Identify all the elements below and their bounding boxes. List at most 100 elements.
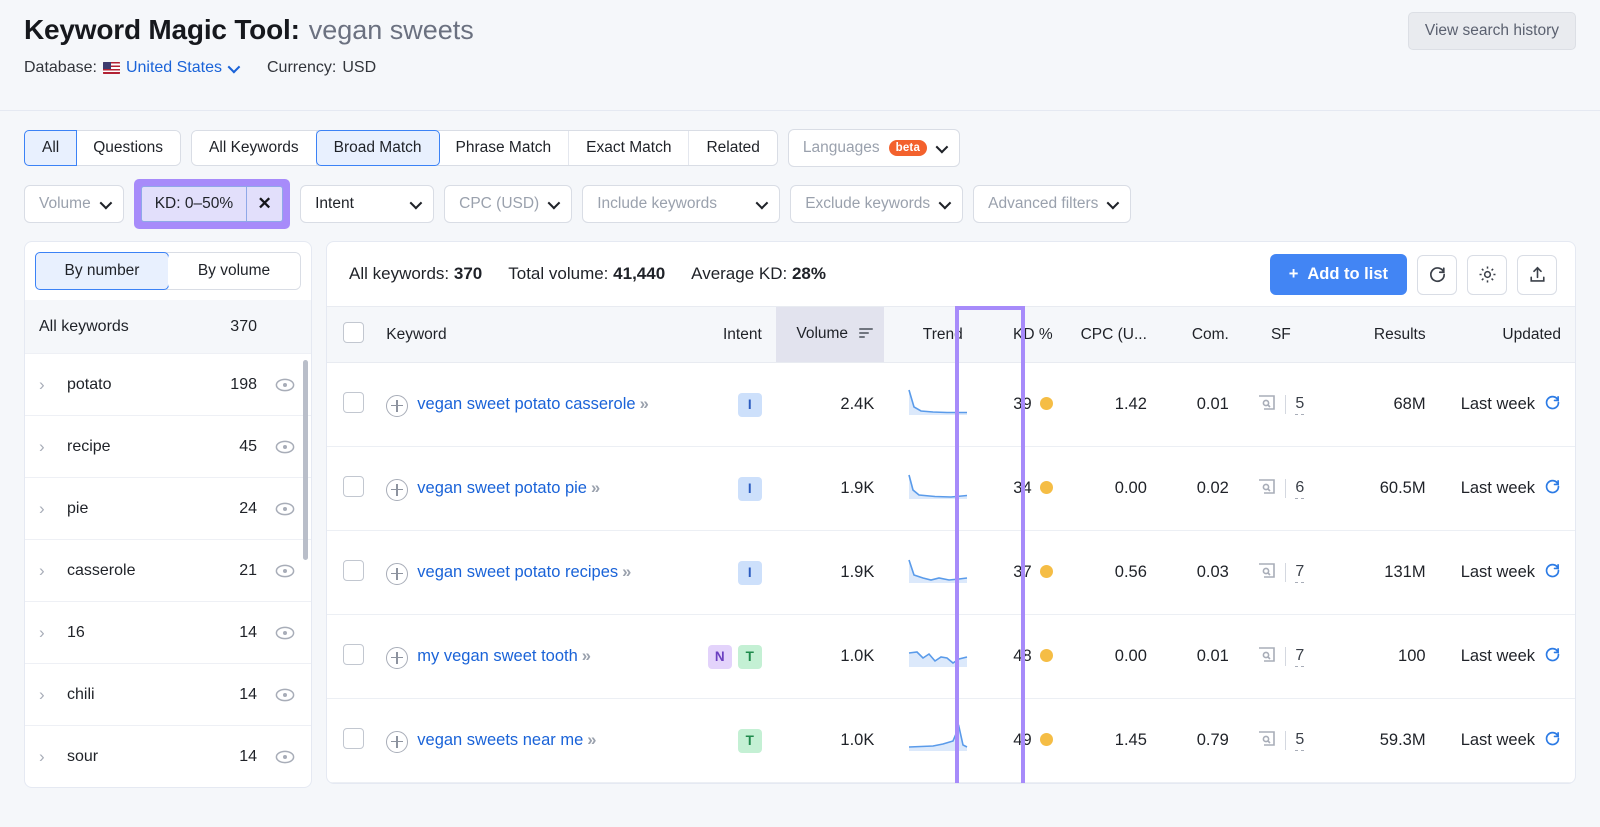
tab-questions[interactable]: Questions <box>76 131 181 165</box>
refresh-row-icon[interactable] <box>1544 646 1561 668</box>
sort-icon[interactable] <box>859 326 874 344</box>
eye-icon[interactable] <box>267 440 295 454</box>
sidebar-item-16[interactable]: › 16 14 <box>25 601 311 663</box>
eye-icon[interactable] <box>267 502 295 516</box>
eye-icon[interactable] <box>267 564 295 578</box>
cpc-filter[interactable]: CPC (USD) <box>444 185 573 223</box>
tab-phrase-match[interactable]: Phrase Match <box>438 131 570 165</box>
database-selector[interactable]: Database: United States <box>24 59 241 77</box>
add-keyword-icon[interactable] <box>386 562 409 585</box>
header-keyword[interactable]: Keyword <box>380 306 688 363</box>
serp-features-icon[interactable] <box>1257 562 1276 584</box>
sf-count[interactable]: 5 <box>1295 731 1305 751</box>
serp-features-icon[interactable] <box>1257 730 1276 752</box>
tab-exact-match[interactable]: Exact Match <box>569 131 690 165</box>
header-kd[interactable]: KD % <box>982 306 1063 363</box>
header-trend[interactable]: Trend <box>884 306 983 363</box>
sidebar-item-potato[interactable]: › potato 198 <box>25 353 311 415</box>
keyword-link[interactable]: vegan sweets near me» <box>417 729 596 751</box>
sf-count[interactable]: 7 <box>1295 647 1305 667</box>
chevron-right-icon[interactable]: › <box>39 375 57 395</box>
row-checkbox[interactable] <box>343 391 365 413</box>
header-results[interactable]: Results <box>1322 306 1436 363</box>
add-to-list-button[interactable]: + Add to list <box>1269 254 1407 295</box>
tab-all[interactable]: All <box>24 130 78 166</box>
add-keyword-icon[interactable] <box>386 394 409 417</box>
serp-features-icon[interactable] <box>1257 478 1276 500</box>
eye-icon[interactable] <box>267 688 295 702</box>
refresh-row-icon[interactable] <box>1544 562 1561 584</box>
keyword-link[interactable]: vegan sweet potato pie» <box>417 477 600 499</box>
eye-icon[interactable] <box>267 750 295 764</box>
select-all-checkbox[interactable] <box>343 321 365 343</box>
sf-count[interactable]: 6 <box>1295 479 1305 499</box>
volume-filter[interactable]: Volume <box>24 185 124 223</box>
header-sf[interactable]: SF <box>1238 306 1323 363</box>
chevron-right-icon[interactable]: › <box>39 499 57 519</box>
sf-count[interactable]: 5 <box>1295 395 1305 415</box>
chevron-right-icon[interactable]: › <box>39 623 57 643</box>
table-row[interactable]: vegan sweet potato casserole» I 2.4K 39 … <box>327 362 1575 447</box>
table-row[interactable]: vegan sweet potato recipes» I 1.9K 37 0.… <box>327 530 1575 615</box>
tab-all-keywords[interactable]: All Keywords <box>192 131 317 165</box>
add-keyword-icon[interactable] <box>386 646 409 669</box>
sort-by-number-button[interactable]: By number <box>35 252 169 290</box>
exclude-keywords-filter[interactable]: Exclude keywords <box>790 185 964 223</box>
keyword-link[interactable]: vegan sweet potato recipes» <box>417 561 631 583</box>
refresh-row-icon[interactable] <box>1544 730 1561 752</box>
row-checkbox[interactable] <box>343 727 365 749</box>
refresh-row-icon[interactable] <box>1544 394 1561 416</box>
eye-icon[interactable] <box>267 626 295 640</box>
eye-icon[interactable] <box>267 378 295 392</box>
header-volume[interactable]: Volume <box>775 306 885 363</box>
table-header-row: Keyword Intent Volume Trend KD % CPC (U.… <box>327 306 1575 363</box>
header-updated[interactable]: Updated <box>1435 306 1575 363</box>
chevron-right-icon[interactable]: › <box>39 747 57 767</box>
database-value[interactable]: United States <box>126 59 222 77</box>
chevron-right-icon[interactable]: › <box>39 685 57 705</box>
chevron-right-icon[interactable]: › <box>39 561 57 581</box>
sidebar-sort-toggle: By number By volume <box>25 242 311 300</box>
header-cpc[interactable]: CPC (U... <box>1062 306 1157 363</box>
gear-icon[interactable] <box>1467 254 1507 295</box>
serp-features-icon[interactable] <box>1257 646 1276 668</box>
tab-related[interactable]: Related <box>689 131 777 165</box>
sidebar-scrollbar[interactable] <box>303 360 308 560</box>
row-checkbox[interactable] <box>343 475 365 497</box>
sidebar-item-casserole[interactable]: › casserole 21 <box>25 539 311 601</box>
languages-filter[interactable]: Languages beta <box>787 129 961 167</box>
keyword-link[interactable]: vegan sweet potato casserole» <box>417 393 649 415</box>
intent-filter[interactable]: Intent <box>300 185 435 223</box>
header-com[interactable]: Com. <box>1156 306 1239 363</box>
row-checkbox[interactable] <box>343 643 365 665</box>
sort-by-volume-button[interactable]: By volume <box>168 253 300 289</box>
sidebar-item-pie[interactable]: › pie 24 <box>25 477 311 539</box>
refresh-row-icon[interactable] <box>1544 478 1561 500</box>
advanced-filters[interactable]: Advanced filters <box>973 185 1132 223</box>
chevron-right-icon[interactable]: › <box>39 437 57 457</box>
include-keywords-filter[interactable]: Include keywords <box>582 185 781 223</box>
results-cell: 59.3M <box>1322 698 1436 783</box>
add-keyword-icon[interactable] <box>386 730 409 753</box>
sf-count[interactable]: 7 <box>1295 563 1305 583</box>
sidebar-item-sour[interactable]: › sour 14 <box>25 725 311 787</box>
keyword-link[interactable]: my vegan sweet tooth» <box>417 645 591 667</box>
view-search-history-button[interactable]: View search history <box>1407 12 1576 50</box>
row-checkbox[interactable] <box>343 559 365 581</box>
chevron-down-icon[interactable] <box>227 60 241 73</box>
serp-features-icon[interactable] <box>1257 394 1276 416</box>
sidebar-item-chili[interactable]: › chili 14 <box>25 663 311 725</box>
table-row[interactable]: vegan sweets near me» T 1.0K 49 1.45 0.7… <box>327 698 1575 783</box>
table-row[interactable]: vegan sweet potato pie» I 1.9K 34 0.00 0… <box>327 446 1575 531</box>
header-intent[interactable]: Intent <box>687 306 776 363</box>
sidebar-item-all-keywords[interactable]: All keywords 370 <box>25 300 311 353</box>
table-row[interactable]: my vegan sweet tooth» N T 1.0K 48 0.00 0… <box>327 614 1575 699</box>
add-keyword-icon[interactable] <box>386 478 409 501</box>
export-button[interactable] <box>1517 254 1557 295</box>
tab-broad-match[interactable]: Broad Match <box>315 130 440 166</box>
kd-filter-close-icon[interactable]: ✕ <box>246 187 282 221</box>
refresh-button[interactable] <box>1417 254 1457 295</box>
kd-filter-chip[interactable]: KD: 0–50% ✕ <box>140 186 284 222</box>
kd-indicator-dot <box>1039 481 1053 494</box>
sidebar-item-recipe[interactable]: › recipe 45 <box>25 415 311 477</box>
